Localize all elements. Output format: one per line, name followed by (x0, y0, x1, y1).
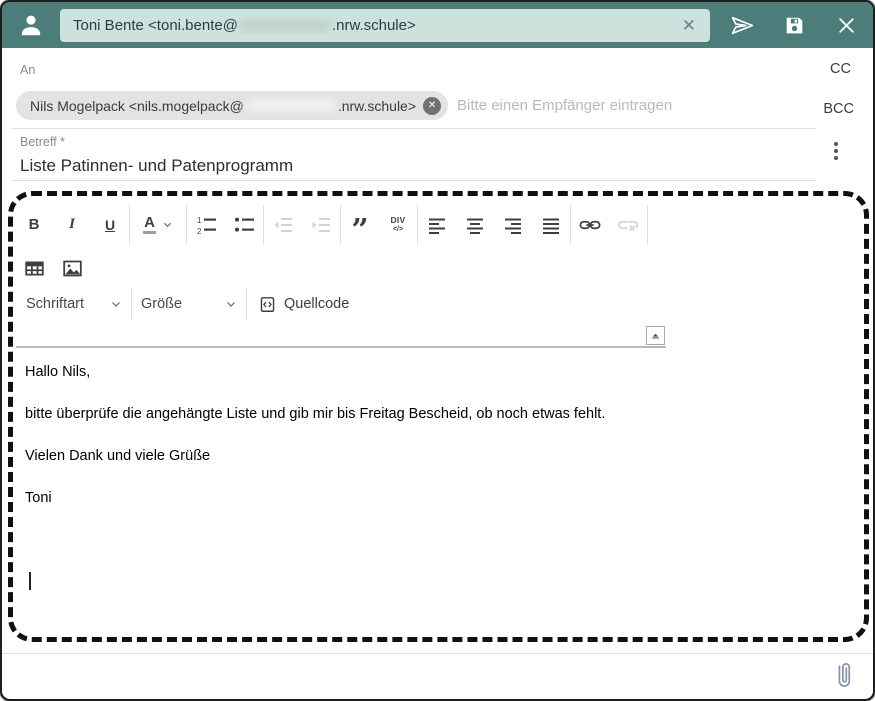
body-paragraph: Hallo Nils, (25, 364, 91, 380)
bcc-button[interactable]: BCC (823, 101, 854, 117)
redacted-domain (238, 18, 331, 32)
decrease-indent-button (264, 205, 302, 244)
cc-button[interactable]: CC (830, 61, 851, 77)
underline-button[interactable]: U (91, 205, 129, 244)
chevron-down-icon (227, 302, 235, 307)
sender-avatar-icon (21, 15, 41, 36)
blockquote-button[interactable]: ” (341, 205, 379, 245)
insert-image-button[interactable] (53, 252, 91, 284)
send-icon[interactable] (730, 13, 755, 38)
font-family-dropdown[interactable]: Schriftart (17, 288, 131, 320)
collapse-toolbar-button[interactable] (646, 326, 665, 345)
body-paragraph: Toni (25, 490, 52, 506)
message-body-editor[interactable]: Hallo Nils, bitte überprüfe die angehäng… (25, 364, 852, 629)
italic-button[interactable]: I (53, 205, 91, 244)
chevron-down-icon (112, 302, 120, 307)
redacted-domain (244, 99, 337, 112)
attachment-bar (2, 654, 873, 699)
subject-input[interactable]: Liste Patinnen- und Patenprogramm (20, 156, 293, 176)
body-paragraph: bitte überprüfe die angehängte Liste und… (25, 406, 606, 422)
source-code-button[interactable]: Quellcode (247, 288, 361, 320)
font-toolbar: Schriftart Größe Quellcode (17, 288, 361, 320)
to-label: An (20, 63, 36, 77)
toolbar-divider (16, 346, 666, 348)
attachment-paperclip-icon[interactable] (830, 660, 858, 692)
recipient-chip[interactable]: Nils Mogelpack <nils.mogelpack@ .nrw.schu… (16, 91, 449, 120)
align-center-button[interactable] (456, 205, 494, 244)
font-size-dropdown[interactable]: Größe (132, 288, 246, 320)
recipient-placeholder: Bitte einen Empfänger eintragen (457, 97, 673, 114)
close-icon[interactable] (834, 13, 859, 38)
font-color-button[interactable]: A (130, 205, 186, 244)
text-cursor (29, 572, 31, 590)
insert-toolbar (15, 252, 91, 284)
compose-window: Toni Bente <toni.bente@ .nrw.schule> ✕ An… (0, 0, 875, 701)
justify-button[interactable] (532, 205, 570, 244)
divider (12, 180, 816, 181)
options-menu-icon[interactable] (832, 140, 840, 162)
align-left-button[interactable] (418, 205, 456, 244)
svg-text:1: 1 (197, 216, 202, 225)
align-right-button[interactable] (494, 205, 532, 244)
collapse-up-icon (652, 333, 659, 339)
topbar-actions (730, 13, 859, 38)
bold-button[interactable]: B (15, 205, 53, 244)
insert-link-button[interactable] (571, 205, 609, 244)
insert-table-button[interactable] (15, 252, 53, 284)
save-draft-icon[interactable] (782, 13, 807, 38)
format-toolbar: B I U A 1 2 ” DIV </> (15, 205, 648, 245)
ordered-list-button[interactable]: 1 2 (187, 205, 225, 244)
compose-topbar: Toni Bente <toni.bente@ .nrw.schule> ✕ (2, 2, 873, 48)
svg-text:2: 2 (197, 227, 202, 235)
remove-recipient-icon[interactable]: ✕ (423, 96, 442, 115)
body-paragraph: Vielen Dank und viele Grüße (25, 448, 211, 464)
recipient-input[interactable]: Nils Mogelpack <nils.mogelpack@ .nrw.schu… (16, 91, 803, 120)
sender-address: Toni Bente <toni.bente@ .nrw.schule> (73, 16, 416, 34)
sender-select[interactable]: Toni Bente <toni.bente@ .nrw.schule> ✕ (60, 8, 710, 42)
bullet-list-button[interactable] (225, 205, 263, 244)
remove-link-button (609, 205, 647, 244)
clear-sender-icon[interactable]: ✕ (678, 15, 700, 36)
divider (12, 128, 816, 129)
div-container-button[interactable]: DIV </> (379, 205, 417, 244)
increase-indent-button (302, 205, 340, 244)
highlight-dashed-border: B I U A 1 2 ” DIV </> Schriftart Größe Q… (8, 191, 869, 642)
subject-label: Betreff * (20, 135, 65, 149)
chevron-down-icon (163, 222, 172, 228)
source-code-icon (260, 296, 275, 312)
